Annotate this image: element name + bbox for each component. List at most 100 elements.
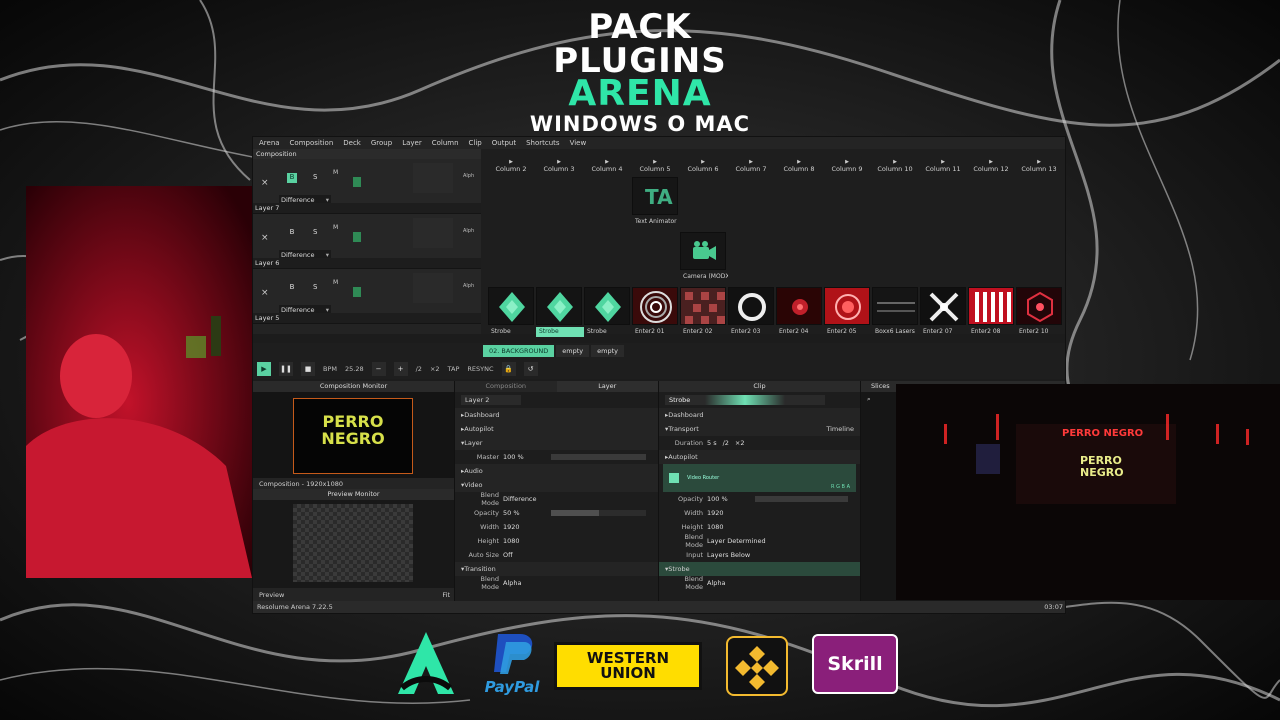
solo-button[interactable]: S [313, 228, 317, 236]
bpm-plus-button[interactable]: + [393, 362, 408, 376]
clip-enter2-10[interactable] [1016, 287, 1062, 325]
mask-button[interactable]: M [333, 169, 338, 176]
layer-section[interactable]: ▾ Layer [455, 436, 658, 450]
menu-composition[interactable]: Composition [290, 139, 334, 147]
deck-tab-background[interactable]: 02. BACKGROUND [483, 345, 555, 357]
mask-button[interactable]: M [333, 224, 338, 231]
column-header[interactable]: ▶ Column 8 [775, 159, 823, 173]
clip-boxx6-lasers[interactable] [872, 287, 918, 325]
resync-button[interactable]: RESYNC [467, 365, 493, 373]
opacity-slider[interactable] [551, 510, 646, 516]
menu-view[interactable]: View [570, 139, 587, 147]
layer-fader[interactable] [413, 273, 453, 303]
timeline-select[interactable]: Timeline [826, 425, 854, 433]
undo-icon[interactable]: ↺ [523, 362, 538, 376]
stop-button[interactable]: ■ [301, 362, 315, 376]
tap-button[interactable]: TAP [448, 365, 460, 373]
video-section[interactable]: ▾ Video [455, 478, 658, 492]
menu-arena[interactable]: Arena [259, 139, 280, 147]
clip-camera[interactable] [680, 232, 726, 270]
layer-name-field[interactable]: Layer 2 [461, 395, 521, 405]
column-header[interactable]: ▶ Column 6 [679, 159, 727, 173]
column-header[interactable]: ▶ Column 5 [631, 159, 679, 173]
clip-enter2-04[interactable] [776, 287, 822, 325]
tab-layer[interactable]: Layer [556, 381, 658, 392]
video-toggle[interactable] [353, 232, 361, 242]
menu-output[interactable]: Output [492, 139, 516, 147]
solo-button[interactable]: S [313, 173, 317, 181]
width-field[interactable]: 1920 [503, 523, 520, 531]
column-header[interactable]: ▶ Column 13 [1015, 159, 1063, 173]
clip-opacity-slider[interactable] [755, 496, 848, 502]
input-select[interactable]: Layers Below [707, 551, 750, 559]
multiply-button[interactable]: ×2 [430, 365, 440, 373]
column-header[interactable]: ▶ Column 11 [919, 159, 967, 173]
solo-button[interactable]: S [313, 283, 317, 291]
bpm-value[interactable]: 25.28 [345, 365, 364, 373]
composition-bar[interactable]: Composition [253, 149, 481, 159]
deck-tab-empty[interactable]: empty [591, 345, 625, 357]
autosize-select[interactable]: Off [503, 551, 513, 559]
clip-blend-select[interactable]: Layer Determined [707, 537, 766, 545]
clip-dashboard-section[interactable]: ▸ Dashboard [659, 408, 860, 422]
clip-enter2-03[interactable] [728, 287, 774, 325]
preview-monitor[interactable] [253, 500, 454, 588]
clip-enter2-01[interactable] [632, 287, 678, 325]
deck-tab-empty[interactable]: empty [556, 345, 590, 357]
dashboard-section[interactable]: ▸ Dashboard [455, 408, 658, 422]
layer-fader[interactable] [413, 163, 453, 193]
menu-deck[interactable]: Deck [343, 139, 361, 147]
video-router-effect[interactable]: Video Router R G B A [663, 464, 856, 492]
column-header[interactable]: ▶ Column 4 [583, 159, 631, 173]
column-header[interactable]: ▶ Column 2 [487, 159, 535, 173]
layer-name[interactable]: Layer 7 [253, 203, 481, 213]
clip-strobe-2[interactable] [536, 287, 582, 325]
transition-section[interactable]: ▾ Transition [455, 562, 658, 576]
clear-layer-button[interactable]: × [261, 233, 269, 243]
divide-button[interactable]: /2 [416, 365, 422, 373]
clip-text-animator[interactable]: TA [632, 177, 678, 215]
height-field[interactable]: 1080 [503, 537, 520, 545]
pause-button[interactable]: ❚❚ [279, 362, 293, 376]
menu-shortcuts[interactable]: Shortcuts [526, 139, 559, 147]
clip-enter2-02[interactable] [680, 287, 726, 325]
blend-mode-select[interactable]: Difference [503, 495, 537, 503]
clip-enter2-08[interactable] [968, 287, 1014, 325]
layer-name[interactable]: Layer 6 [253, 258, 481, 268]
play-button[interactable]: ▶ [257, 362, 271, 376]
clip-transport-section[interactable]: ▾ Transport Timeline [659, 422, 860, 436]
tab-composition[interactable]: Composition [455, 381, 557, 392]
column-header[interactable]: ▶ Column 12 [967, 159, 1015, 173]
mask-button[interactable]: M [333, 279, 338, 286]
video-toggle[interactable] [353, 287, 361, 297]
layer-fader[interactable] [413, 218, 453, 248]
strobe-effect-header[interactable]: ▾ Strobe [659, 562, 860, 576]
clear-layer-button[interactable]: × [261, 178, 269, 188]
bypass-button[interactable]: B [287, 173, 297, 183]
column-header[interactable]: ▶ Column 10 [871, 159, 919, 173]
autopilot-section[interactable]: ▸ Autopilot [455, 422, 658, 436]
video-toggle[interactable] [353, 177, 361, 187]
composition-monitor[interactable]: PERRO NEGRO [253, 392, 454, 478]
menu-layer[interactable]: Layer [402, 139, 422, 147]
layer-name[interactable]: Layer 5 [253, 313, 481, 323]
tab-clip[interactable]: Clip [659, 381, 860, 392]
clip-enter2-05[interactable] [824, 287, 870, 325]
column-header[interactable]: ▶ Column 3 [535, 159, 583, 173]
column-header[interactable]: ▶ Column 7 [727, 159, 775, 173]
menu-group[interactable]: Group [371, 139, 392, 147]
clip-strobe-3[interactable] [584, 287, 630, 325]
clear-layer-button[interactable]: × [261, 288, 269, 298]
clip-name-field[interactable]: Strobe [665, 395, 825, 405]
audio-section[interactable]: ▸ Audio [455, 464, 658, 478]
bypass-button[interactable]: B [287, 283, 297, 293]
bypass-button[interactable]: B [287, 228, 297, 238]
fit-select[interactable]: Fit [442, 591, 450, 599]
lock-icon[interactable]: 🔒 [501, 362, 516, 376]
rgba-toggles[interactable]: R G B A [831, 484, 850, 490]
clip-enter2-07[interactable] [920, 287, 966, 325]
transition-blend-select[interactable]: Alpha [503, 579, 521, 587]
column-header[interactable]: ▶ Column 9 [823, 159, 871, 173]
menu-clip[interactable]: Clip [469, 139, 482, 147]
clip-strobe-1[interactable] [488, 287, 534, 325]
